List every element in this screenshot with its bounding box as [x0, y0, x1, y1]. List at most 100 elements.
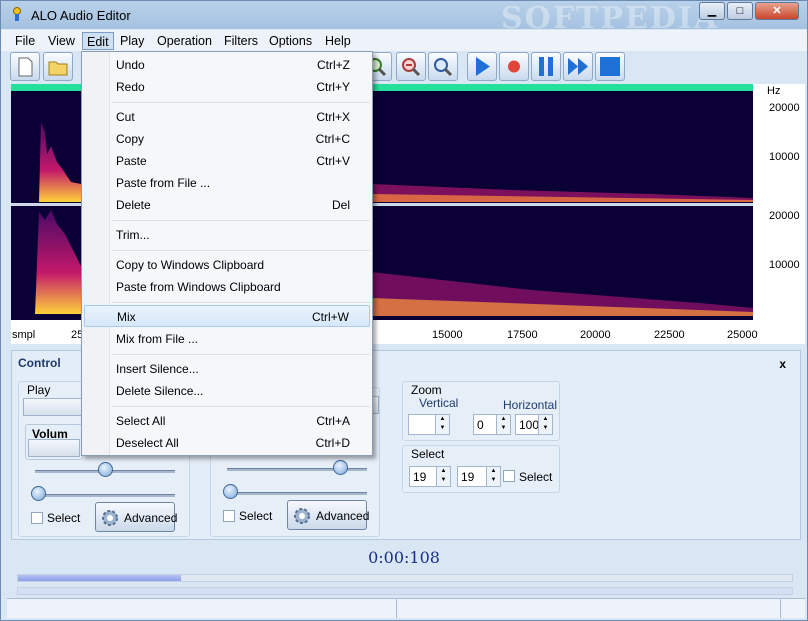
select-from-value: 19: [413, 470, 427, 484]
menu-item-insert-silence[interactable]: Insert Silence...: [84, 358, 370, 380]
zoom-vertical-label: Vertical: [419, 396, 459, 410]
menu-item-mix-from-file[interactable]: Mix from File ...: [84, 328, 370, 350]
play-button[interactable]: [467, 52, 497, 81]
menu-separator: [112, 250, 370, 251]
menu-item-copy[interactable]: Copy Ctrl+C: [84, 128, 370, 150]
status-panel: [7, 599, 397, 618]
x-tick: 22500: [654, 329, 685, 341]
select-checkbox[interactable]: [223, 510, 235, 522]
playback-progress[interactable]: [17, 574, 793, 582]
menu-item-label: Paste: [116, 154, 147, 168]
control-panel-close-button[interactable]: x: [779, 357, 786, 371]
menu-bar: File View Edit Play Operation Filters Op…: [1, 30, 807, 51]
new-file-button[interactable]: [10, 52, 40, 81]
menu-separator: [112, 102, 370, 103]
menu-item-label: Redo: [116, 80, 145, 94]
menu-item-label: Mix from File ...: [116, 332, 199, 346]
advanced-button-label: Advanced: [316, 509, 370, 523]
zoom-vertical-spinner[interactable]: ▲ ▼: [408, 414, 450, 435]
advanced-button[interactable]: Advanced: [287, 500, 370, 530]
menu-item-label: Delete Silence...: [116, 384, 204, 398]
minimize-button[interactable]: ▁: [699, 2, 725, 20]
volume-group: Volum: [25, 424, 83, 460]
menu-item-cut[interactable]: Cut Ctrl+X: [84, 106, 370, 128]
menu-item-shortcut: Ctrl+Z: [317, 58, 350, 72]
frequency-axis: Hz 20000 10000 20000 10000: [753, 84, 805, 320]
hz-tick: 20000: [769, 102, 800, 114]
zoom-title: Zoom: [411, 383, 442, 397]
menu-help[interactable]: Help: [321, 32, 355, 50]
menu-view[interactable]: View: [44, 32, 79, 50]
menu-separator: [112, 220, 370, 221]
zoom-out-icon: [402, 58, 421, 77]
zoom-horizontal-label: Horizontal: [503, 398, 558, 412]
menu-item-label: Select All: [116, 414, 166, 428]
menu-operation[interactable]: Operation: [153, 32, 216, 50]
x-tick: 25000: [727, 329, 758, 341]
menu-file[interactable]: File: [11, 32, 39, 50]
advanced-button[interactable]: Advanced: [95, 502, 178, 532]
title-bar[interactable]: SOFTPEDIA ALO Audio Editor ▁ □ ✕: [1, 1, 807, 36]
zoom-horizontal-max-spinner[interactable]: 100 ▲ ▼: [515, 414, 553, 435]
select-checkbox[interactable]: [31, 512, 43, 524]
record-button[interactable]: [499, 52, 529, 81]
spinner-arrows-icon[interactable]: ▲ ▼: [486, 467, 500, 486]
menu-item-redo[interactable]: Redo Ctrl+Y: [84, 76, 370, 98]
menu-filters[interactable]: Filters: [220, 32, 262, 50]
menu-item-copy-to-clipboard[interactable]: Copy to Windows Clipboard: [84, 254, 370, 276]
menu-item-shortcut: Ctrl+X: [316, 110, 350, 124]
maximize-icon: □: [736, 5, 744, 17]
x-unit-label: smpl: [12, 329, 36, 341]
menu-item-paste-from-clipboard[interactable]: Paste from Windows Clipboard: [84, 276, 370, 298]
menu-item-trim[interactable]: Trim...: [84, 224, 370, 246]
slider-track[interactable]: [227, 492, 367, 495]
spinner-arrows-icon[interactable]: ▲ ▼: [496, 415, 510, 434]
zoom-fit-button[interactable]: [428, 52, 458, 81]
stop-button[interactable]: [595, 52, 625, 81]
slider-thumb[interactable]: [333, 460, 348, 475]
menu-edit[interactable]: Edit: [82, 32, 114, 50]
menu-play[interactable]: Play: [116, 32, 148, 50]
fast-forward-button[interactable]: [563, 52, 593, 81]
pause-button[interactable]: [531, 52, 561, 81]
select-from-spinner[interactable]: 19 ▲ ▼: [409, 466, 451, 487]
menu-item-select-all[interactable]: Select All Ctrl+A: [84, 410, 370, 432]
zoom-out-button[interactable]: [396, 52, 426, 81]
spinner-arrows-icon[interactable]: ▲ ▼: [435, 415, 449, 434]
menu-item-delete-silence[interactable]: Delete Silence...: [84, 380, 370, 402]
volume-slider-thumb[interactable]: [98, 462, 113, 477]
menu-item-delete[interactable]: Delete Del: [84, 194, 370, 216]
folder-icon: [48, 61, 68, 76]
x-tick: 17500: [507, 329, 538, 341]
zoom-horizontal-spinner[interactable]: 0 ▲ ▼: [473, 414, 511, 435]
menu-item-mix[interactable]: Mix Ctrl+W: [84, 305, 370, 327]
spinner-arrows-icon[interactable]: ▲ ▼: [538, 415, 552, 434]
menu-item-paste-from-file[interactable]: Paste from File ...: [84, 172, 370, 194]
app-icon: [13, 7, 21, 21]
menu-options[interactable]: Options: [265, 32, 316, 50]
volume-bar[interactable]: [28, 439, 80, 457]
maximize-button[interactable]: □: [727, 2, 753, 20]
menu-item-paste[interactable]: Paste Ctrl+V: [84, 150, 370, 172]
open-file-button[interactable]: [43, 52, 73, 81]
select-range-checkbox[interactable]: [503, 470, 515, 482]
zoom-horizontal-value: 0: [477, 418, 484, 432]
spinner-arrows-icon[interactable]: ▲ ▼: [436, 467, 450, 486]
close-window-button[interactable]: ✕: [755, 2, 799, 20]
slider-thumb[interactable]: [223, 484, 238, 499]
select-to-spinner[interactable]: 19 ▲ ▼: [457, 466, 501, 487]
horizontal-scrollbar[interactable]: [17, 587, 793, 595]
advanced-button-label: Advanced: [124, 511, 178, 525]
hz-tick: 10000: [769, 151, 800, 163]
new-file-icon: [18, 57, 33, 77]
zoom-icon: [434, 58, 453, 77]
gear-icon: [102, 510, 118, 526]
menu-item-shortcut: Ctrl+D: [315, 436, 350, 450]
menu-item-deselect-all[interactable]: Deselect All Ctrl+D: [84, 432, 370, 454]
balance-slider-thumb[interactable]: [31, 486, 46, 501]
balance-slider-track[interactable]: [35, 494, 175, 497]
status-bar: [7, 598, 805, 618]
menu-item-label: Deselect All: [116, 436, 179, 450]
menu-item-undo[interactable]: Undo Ctrl+Z: [84, 54, 370, 76]
app-window: SOFTPEDIA ALO Audio Editor ▁ □ ✕ File Vi…: [0, 0, 808, 621]
